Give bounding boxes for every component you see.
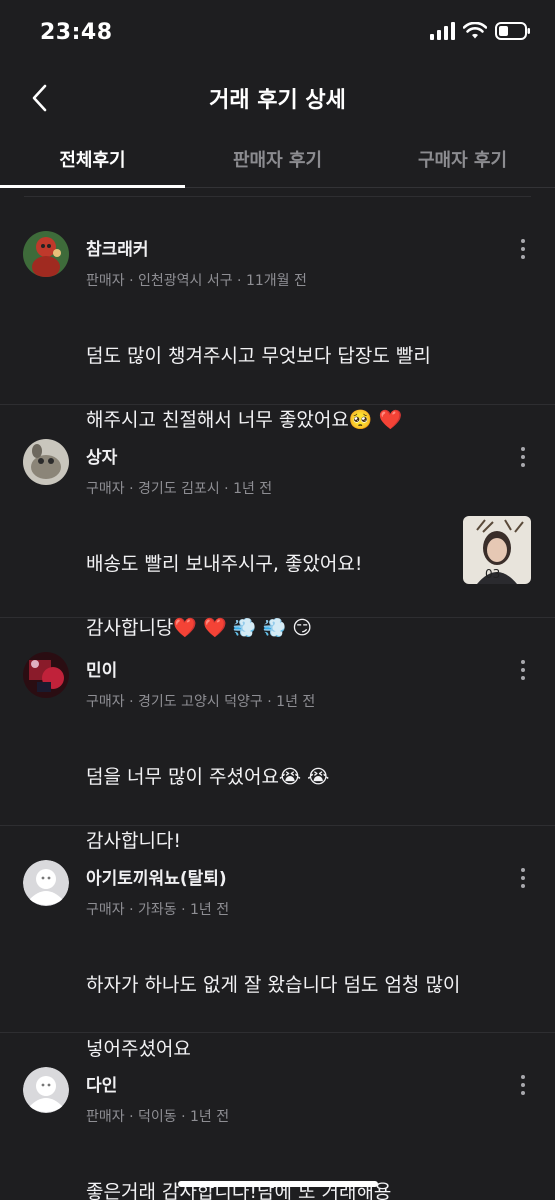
status-time: 23:48: [40, 20, 113, 45]
wifi-icon: [463, 22, 487, 39]
more-options-button[interactable]: [513, 864, 533, 892]
more-options-button[interactable]: [513, 656, 533, 684]
review-text-line: 덤도 많이 챙겨주시고 무엇보다 답장도 빨리: [86, 345, 431, 367]
home-indicator[interactable]: [178, 1181, 378, 1187]
more-options-button[interactable]: [513, 235, 533, 263]
review-item: 상자 구매자 · 경기도 김포시 · 1년 전 배송도 빨리 보내주시구, 좋았…: [0, 405, 555, 639]
avatar[interactable]: [23, 860, 69, 906]
default-profile-icon: [23, 860, 69, 906]
review-tabs: 전체후기 판매자 후기 구매자 후기: [0, 130, 555, 188]
review-item: 참크래커 판매자 · 인천광역시 서구 · 11개월 전 덤도 많이 챙겨주시고…: [0, 197, 555, 431]
review-content: 좋은거래 감사합니다!담에 또 거래해용: [86, 1144, 391, 1200]
signal-icon: [430, 22, 455, 40]
tab-all-reviews[interactable]: 전체후기: [0, 130, 185, 188]
avatar[interactable]: [23, 1067, 69, 1113]
review-text-line: 좋은거래 감사합니다!담에 또 거래해용: [86, 1181, 392, 1200]
reviewer-nickname[interactable]: 다인: [86, 1071, 117, 1096]
more-options-button[interactable]: [513, 443, 533, 471]
avatar[interactable]: [23, 439, 69, 485]
review-meta: 판매자 · 덕이동 · 1년 전: [86, 1109, 230, 1125]
review-text-line: 덤을 너무 많이 주셨어요😭 😭: [86, 766, 330, 788]
review-item: 다인 판매자 · 덕이동 · 1년 전 좋은거래 감사합니다!담에 또 거래해용: [0, 1033, 555, 1200]
review-photo-thumbnail[interactable]: 03: [463, 516, 531, 584]
emoji-group: 😭 😭: [278, 766, 330, 788]
status-icons: [429, 22, 531, 40]
review-item: 아기토끼워뇨(탈퇴) 구매자 · 가좌동 · 1년 전 하자가 하나도 없게 잘…: [0, 826, 555, 1060]
review-meta: 구매자 · 가좌동 · 1년 전: [86, 902, 230, 918]
status-bar: 23:48: [0, 0, 555, 70]
review-item: 민이 구매자 · 경기도 고양시 덕양구 · 1년 전 덤을 너무 많이 주셨어…: [0, 618, 555, 852]
review-meta: 구매자 · 경기도 고양시 덕양구 · 1년 전: [86, 694, 316, 710]
more-options-button[interactable]: [513, 1071, 533, 1099]
review-text-line: 배송도 빨리 보내주시구, 좋았어요!: [86, 553, 363, 575]
reviewer-nickname[interactable]: 아기토끼워뇨(탈퇴): [86, 864, 227, 889]
reviewer-nickname[interactable]: 민이: [86, 656, 117, 681]
page-title: 거래 후기 상세: [209, 88, 346, 113]
top-app-bar: 거래 후기 상세: [0, 70, 555, 126]
avatar[interactable]: [23, 231, 69, 277]
review-list: 참크래커 판매자 · 인천광역시 서구 · 11개월 전 덤도 많이 챙겨주시고…: [0, 196, 555, 1200]
tab-seller-reviews[interactable]: 판매자 후기: [185, 130, 370, 187]
reviewer-nickname[interactable]: 참크래커: [86, 235, 149, 260]
battery-icon: [495, 22, 530, 40]
review-meta: 판매자 · 인천광역시 서구 · 11개월 전: [86, 273, 307, 289]
review-text-line: 하자가 하나도 없게 잘 왔습니다 덤도 엄청 많이: [86, 974, 461, 996]
avatar[interactable]: [23, 652, 69, 698]
reviewer-nickname[interactable]: 상자: [86, 443, 117, 468]
review-meta: 구매자 · 경기도 김포시 · 1년 전: [86, 481, 273, 497]
photo-caption: 03: [485, 567, 500, 581]
tab-buyer-reviews[interactable]: 구매자 후기: [370, 130, 555, 187]
default-profile-icon: [23, 1067, 69, 1113]
